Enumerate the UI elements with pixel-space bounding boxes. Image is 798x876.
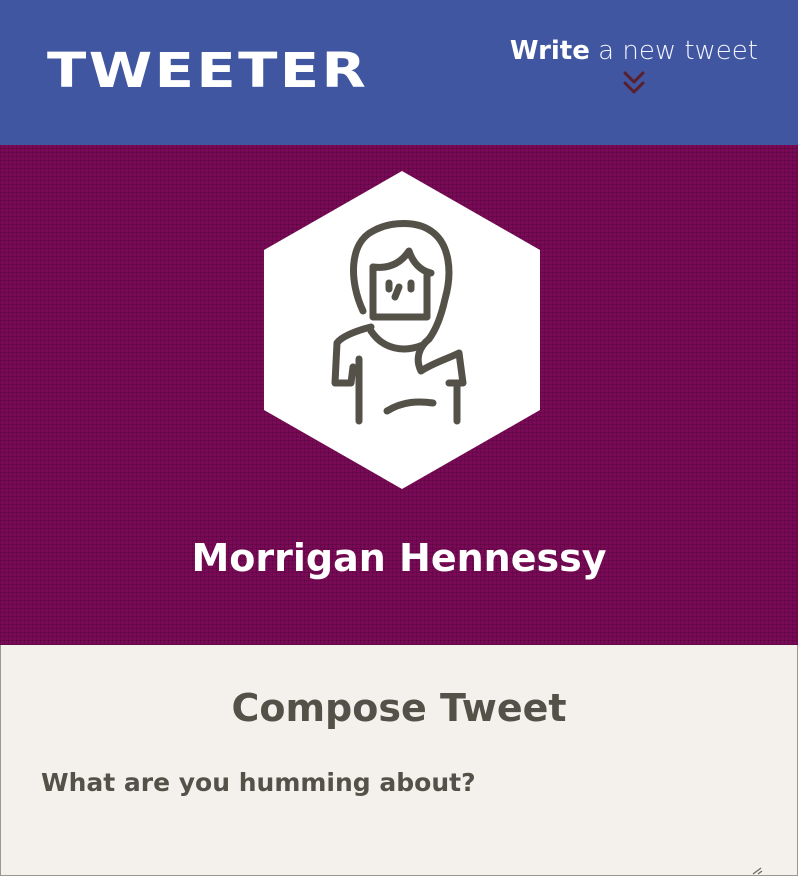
avatar — [263, 171, 541, 489]
navbar: TWEETER Write a new tweet — [0, 0, 798, 145]
user-avatar-icon — [264, 171, 540, 489]
profile-banner: Morrigan Hennessy — [0, 145, 798, 645]
profile-name: Morrigan Hennessy — [191, 536, 607, 580]
write-new-tweet-toggle[interactable]: Write a new tweet — [510, 34, 758, 96]
write-label: Write — [509, 36, 590, 66]
resize-handle-icon[interactable] — [751, 867, 763, 875]
write-new-tweet-label[interactable]: Write a new tweet — [510, 34, 758, 68]
new-tweet-label: a new tweet — [598, 36, 758, 66]
compose-section: Compose Tweet — [0, 645, 798, 876]
brand-logo[interactable]: TWEETER — [47, 42, 368, 100]
double-chevron-down-icon[interactable] — [621, 70, 647, 96]
tweet-text-input[interactable] — [41, 765, 751, 873]
compose-title: Compose Tweet — [231, 686, 567, 730]
